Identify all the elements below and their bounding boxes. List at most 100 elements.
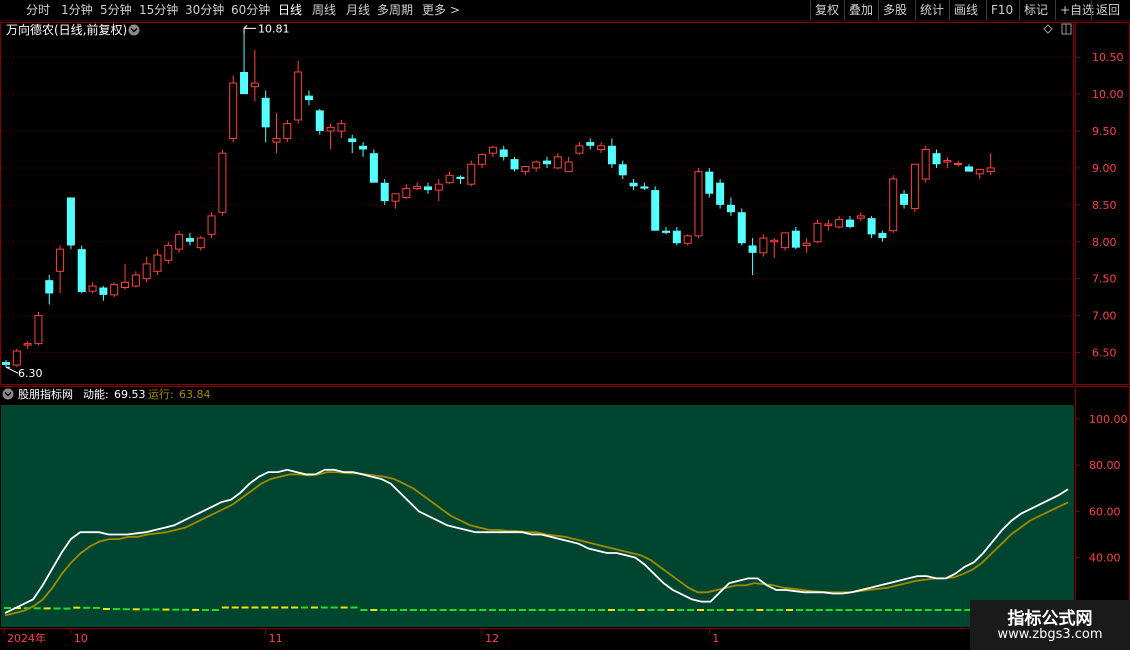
indicator-dot: [904, 609, 912, 611]
indicator-dot: [241, 606, 249, 609]
candle-body-up: [553, 156, 562, 169]
indicator-chevron-down-icon[interactable]: [2, 388, 14, 400]
indicator-dot: [192, 608, 200, 611]
indicator-dot: [746, 609, 754, 611]
indicator-dot: [380, 609, 388, 611]
indicator-name: 股朋指标网: [18, 387, 73, 401]
indicator-dot: [954, 609, 962, 611]
candle-body-down: [878, 232, 887, 239]
candle-body-up: [781, 232, 790, 249]
candle-body-down: [900, 193, 909, 205]
indicator-dot: [330, 606, 338, 609]
candle-body-down: [499, 149, 508, 157]
indicator-dot: [855, 609, 863, 611]
candle-body-up: [813, 222, 822, 243]
diamond-icon[interactable]: [1043, 24, 1053, 34]
indicator-dot: [489, 609, 497, 611]
indicator-dot: [617, 609, 625, 611]
indicator-dot: [736, 609, 744, 611]
candle-body-up: [943, 160, 952, 163]
candle-body-up: [910, 163, 919, 210]
candle-body-down: [618, 164, 627, 176]
candle-body-down: [932, 153, 941, 165]
indicator-dot: [231, 606, 239, 609]
candle-body-down: [66, 197, 75, 246]
indicator-dot: [914, 609, 922, 611]
indicator-dot: [776, 609, 784, 611]
indicator-dot: [310, 606, 318, 609]
candle-body-up: [207, 215, 216, 235]
indicator-dot: [607, 609, 615, 611]
candle-body-up: [56, 248, 65, 272]
indicator-dot: [538, 609, 546, 611]
y-tick-label: 80.00: [1089, 459, 1121, 472]
candle-body-up: [175, 233, 184, 250]
main-y-axis-labels: 6.50 7.00 7.50 8.00 8.50 9.00 9.50 10.00 10.50: [1075, 51, 1124, 359]
candle-body-down: [640, 186, 649, 189]
chevron-down-icon[interactable]: [128, 24, 140, 36]
candle-body-up: [564, 161, 573, 173]
candle-body-up: [856, 215, 865, 219]
x-axis-labels: 2024年 10 11 12 1: [3, 628, 719, 645]
indicator-dot: [182, 608, 190, 611]
y-tick-label: 100.00: [1089, 413, 1128, 426]
candle-body-down: [748, 245, 757, 253]
candle-body-up: [23, 343, 32, 346]
indicator-dot: [687, 609, 695, 611]
indicator-dot: [132, 608, 140, 611]
momentum-label: 动能:: [83, 387, 109, 401]
indicator-dot: [202, 609, 209, 611]
indicator-dot: [73, 606, 81, 609]
candle-body-down: [359, 145, 368, 150]
candle-body-down: [45, 280, 54, 294]
indicator-dot: [766, 609, 774, 611]
y-tick-label: 10.00: [1092, 88, 1124, 101]
candle-body-up: [218, 152, 227, 213]
candle-body-up: [921, 148, 930, 180]
candle-body-up: [294, 71, 303, 121]
indicator-dot: [627, 609, 635, 611]
indicator-dot: [251, 606, 259, 609]
indicator-dot: [142, 608, 150, 611]
candle-body-down: [348, 138, 357, 143]
candle-body-up: [575, 145, 584, 154]
y-tick-label: 7.00: [1092, 310, 1117, 323]
svg-text:动能: 69.53 运行: 63.8: 动能: 69.53 运行: 63.84: [83, 387, 211, 401]
candle-body-up: [597, 145, 606, 150]
candle-body-down: [586, 142, 595, 146]
candle-body-up: [413, 185, 422, 190]
indicator-dot: [558, 609, 566, 611]
indicator-dot: [796, 609, 803, 611]
candle-body-down: [672, 230, 681, 244]
indicator-dot: [578, 609, 586, 611]
candle-body-up: [683, 235, 692, 244]
candle-body-up: [131, 274, 140, 287]
candle-body-down: [261, 97, 270, 128]
indicator-dot: [340, 606, 348, 609]
y-tick-label: 6.50: [1092, 346, 1117, 359]
indicator-dot: [53, 607, 61, 610]
x-tick-label: 2024年: [7, 631, 46, 645]
candle-body-down: [2, 362, 10, 366]
candle-body-up: [283, 123, 292, 139]
indicator-dot: [469, 609, 477, 611]
indicator-dot: [360, 609, 368, 611]
x-tick-label: 1: [712, 632, 719, 645]
indicator-dot: [677, 609, 685, 611]
indicator-dot: [162, 608, 170, 611]
indicator-dot: [43, 607, 51, 610]
candlesticks: [2, 34, 995, 368]
candle-body-down: [726, 204, 735, 213]
low-label: 6.30: [18, 367, 43, 380]
indicator-dot: [291, 606, 299, 609]
candle-body-up: [478, 154, 487, 165]
indicator-dot: [548, 609, 556, 611]
candle-body-down: [607, 145, 616, 165]
indicator-dot: [706, 609, 714, 611]
indicator-dot: [172, 608, 180, 611]
candle-body-down: [662, 230, 671, 233]
indicator-dot: [459, 609, 467, 611]
y-tick-label: 8.00: [1092, 236, 1117, 249]
indicator-dot: [479, 609, 487, 611]
indicator-dot: [409, 609, 417, 611]
